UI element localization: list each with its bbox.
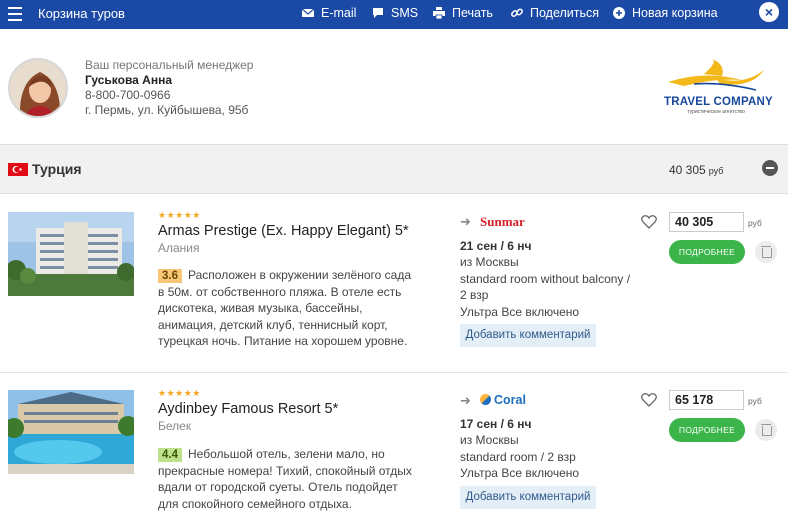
tour-dates: 17 сен / 6 нч — [460, 417, 532, 431]
tour-info: из Москвы standard room without balcony … — [460, 254, 636, 320]
price-currency: руб — [748, 396, 762, 406]
manager-address: г. Пермь, ул. Куйбышева, 95б — [85, 103, 249, 117]
top-bar: Корзина туров E-mail SMS Печать Поделить… — [0, 0, 788, 29]
collapse-icon[interactable] — [762, 160, 778, 176]
email-button[interactable]: E-mail — [302, 6, 356, 20]
add-comment-button[interactable]: Добавить комментарий — [460, 324, 596, 347]
hotel-description: 4.4 Небольшой отель, зелени мало, но прек… — [158, 446, 420, 512]
trash-icon[interactable] — [755, 419, 777, 441]
manager-name: Гуськова Анна — [85, 73, 173, 87]
operator-logo: Coral — [480, 393, 526, 407]
logo-text: TRAVEL COMPANY — [664, 96, 773, 108]
hotel-photo[interactable] — [8, 390, 134, 474]
rating-badge: 4.4 — [158, 448, 182, 462]
link-icon — [511, 8, 523, 17]
details-button[interactable]: ПОДРОБНЕЕ — [669, 240, 745, 264]
departure-city: из Москвы — [460, 433, 519, 447]
trash-icon[interactable] — [755, 241, 777, 263]
departure-city: из Москвы — [460, 255, 519, 269]
print-button[interactable]: Печать — [433, 6, 493, 20]
room-type: standard room without balcony / 2 взр — [460, 271, 631, 303]
country-total-value: 40 305 — [669, 163, 706, 177]
hotel-city: Белек — [158, 419, 192, 433]
hotel-photo[interactable] — [8, 212, 134, 296]
hotel-name[interactable]: Aydinbey Famous Resort 5* — [158, 401, 338, 417]
tour-info: из Москвы standard room / 2 взр Ультра В… — [460, 432, 636, 482]
operator-name: Coral — [494, 393, 526, 407]
heart-icon[interactable] — [641, 392, 657, 407]
country-name: Турция — [32, 161, 82, 177]
price-currency: руб — [748, 218, 762, 228]
arrow-icon: ➜ — [460, 214, 471, 229]
manager-photo — [10, 60, 66, 116]
manager-caption: Ваш персональный менеджер — [85, 58, 254, 72]
country-total-currency: руб — [708, 166, 724, 176]
details-button[interactable]: ПОДРОБНЕЕ — [669, 418, 745, 442]
email-label: E-mail — [321, 6, 357, 20]
chat-icon — [373, 8, 383, 18]
logo-subtitle: туристическое агентство — [687, 109, 745, 115]
row-divider — [0, 372, 788, 373]
price-field[interactable]: 40 305 — [669, 212, 744, 232]
hotel-description: 3.6 Расположен в окружении зелёного сада … — [158, 267, 420, 350]
new-cart-button[interactable]: Новая корзина — [613, 6, 718, 20]
meal-plan: Ультра Все включено — [460, 466, 580, 480]
tour-dates: 21 сен / 6 нч — [460, 239, 532, 253]
company-logo: TRAVEL COMPANY туристическое агентство — [664, 56, 773, 118]
rating-badge: 3.6 — [158, 269, 182, 283]
new-cart-label: Новая корзина — [632, 6, 718, 20]
country-total: 40 305 руб — [669, 163, 723, 177]
room-type: standard room / 2 взр — [460, 449, 576, 464]
sms-button[interactable]: SMS — [372, 6, 418, 20]
meal-plan: Ультра Все включено — [460, 304, 580, 319]
operator-logo: Sunmar — [480, 214, 525, 229]
coral-logo-icon — [480, 394, 491, 405]
close-icon[interactable]: × — [759, 2, 779, 22]
sms-label: SMS — [391, 6, 419, 20]
heart-icon[interactable] — [641, 214, 657, 229]
avatar — [8, 58, 68, 118]
arrow-icon: ➜ — [460, 393, 471, 408]
hotel-city: Алания — [158, 241, 200, 255]
price-field[interactable]: 65 178 — [669, 390, 744, 410]
hotel-name[interactable]: Armas Prestige (Ex. Happy Elegant) 5* — [158, 223, 409, 239]
envelope-icon — [302, 8, 314, 17]
share-button[interactable]: Поделиться — [511, 6, 599, 20]
star-rating: ★★★★★ — [158, 388, 201, 398]
plane-icon — [668, 58, 764, 91]
print-label: Печать — [452, 6, 493, 20]
country-header: Турция 40 305 руб — [0, 144, 788, 194]
share-label: Поделиться — [530, 6, 600, 20]
menu-icon[interactable] — [8, 7, 22, 25]
star-rating: ★★★★★ — [158, 210, 201, 220]
printer-icon — [433, 7, 445, 19]
turkey-flag-icon — [8, 163, 28, 176]
page-title: Корзина туров — [38, 6, 125, 21]
hotel-description-text: Небольшой отель, зелени мало, но прекрас… — [158, 447, 412, 511]
manager-phone: 8-800-700-0966 — [85, 88, 171, 102]
add-comment-button[interactable]: Добавить комментарий — [460, 486, 596, 509]
plus-circle-icon — [613, 7, 625, 19]
hotel-description-text: Расположен в окружении зелёного сада в 5… — [158, 268, 411, 348]
